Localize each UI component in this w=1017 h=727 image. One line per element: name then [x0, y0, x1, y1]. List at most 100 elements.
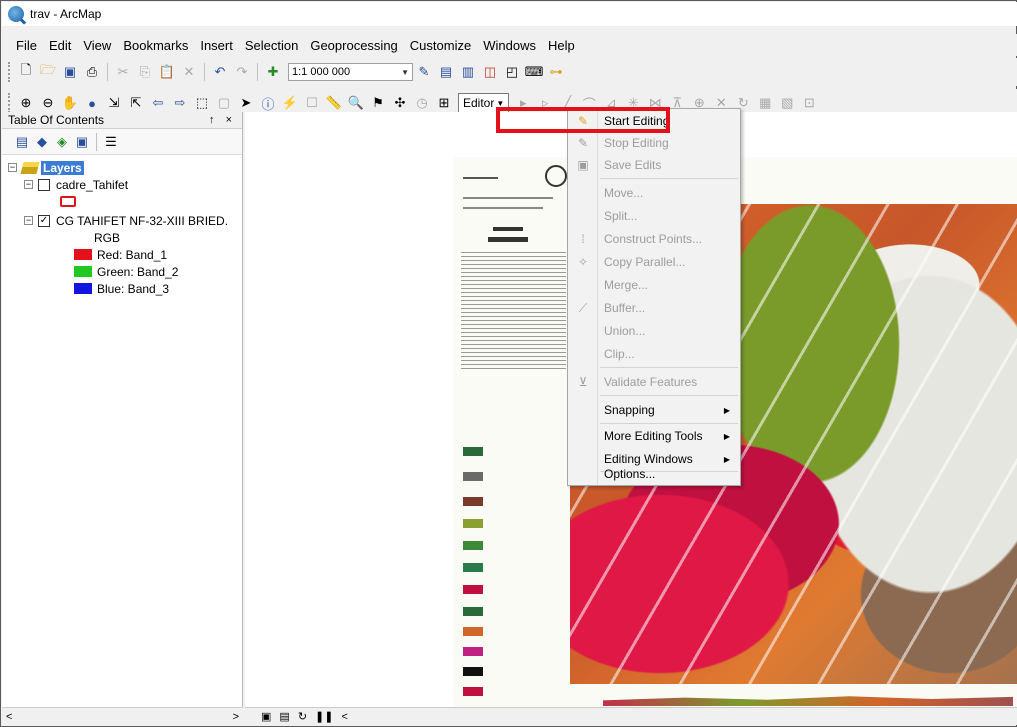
go-to-xy-icon[interactable]: ✣: [390, 93, 410, 113]
menu-item-buffer[interactable]: ⟋ Buffer...: [568, 297, 740, 319]
data-view-icon[interactable]: ▣: [261, 710, 271, 723]
menu-item-snapping[interactable]: Snapping ▶: [568, 399, 740, 421]
select-elements-icon[interactable]: ➤: [236, 93, 256, 113]
zoom-out-icon[interactable]: ⊖: [38, 93, 58, 113]
time-slider-icon[interactable]: ◷: [412, 93, 432, 113]
cross-section-profile: [603, 696, 1013, 706]
find-route-icon[interactable]: ⚑: [368, 93, 388, 113]
menu-item-options[interactable]: Options...: [568, 463, 740, 485]
scroll-right-icon[interactable]: >: [233, 711, 239, 723]
toc-header-controls[interactable]: ↑ ×: [209, 114, 236, 126]
menu-item-construct-points[interactable]: ⁞ Construct Points...: [568, 228, 740, 250]
layer-row-raster[interactable]: − ✓ CG TAHIFET NF-32-XIII BRIED.: [8, 212, 242, 229]
arctoolbox-icon[interactable]: ◰: [502, 62, 522, 82]
delete-icon[interactable]: ✕: [179, 62, 199, 82]
polygon-symbol-icon[interactable]: [60, 196, 76, 207]
redo-icon[interactable]: ↷: [232, 62, 252, 82]
python-icon[interactable]: ⌨: [524, 62, 544, 82]
menu-item-more-editing-tools[interactable]: More Editing Tools ▶: [568, 425, 740, 447]
paste-icon[interactable]: 📋: [157, 62, 177, 82]
add-data-icon[interactable]: ✚: [263, 62, 283, 82]
fixed-zoom-out-icon[interactable]: ⇱: [126, 93, 146, 113]
fixed-zoom-in-icon[interactable]: ⇲: [104, 93, 124, 113]
menu-view[interactable]: View: [77, 38, 117, 53]
forward-extent-icon[interactable]: ⇨: [170, 93, 190, 113]
menu-item-union[interactable]: Union...: [568, 320, 740, 342]
menu-separator: [600, 367, 738, 368]
modelbuilder-icon[interactable]: ⊶: [546, 62, 566, 82]
pause-drawing-icon[interactable]: ❚❚: [315, 710, 333, 723]
list-by-visibility-icon[interactable]: ◈: [53, 133, 71, 151]
menu-file[interactable]: File: [10, 38, 43, 53]
layer-visibility-checkbox[interactable]: [38, 178, 50, 191]
scroll-left-icon[interactable]: <: [341, 711, 347, 723]
full-extent-icon[interactable]: ●: [82, 93, 102, 113]
map-scale-combobox[interactable]: 1:1 000 000 ▼: [288, 63, 413, 81]
catalog-icon[interactable]: ▥: [458, 62, 478, 82]
collapse-icon[interactable]: −: [24, 180, 33, 189]
menu-help[interactable]: Help: [542, 38, 581, 53]
collapse-icon[interactable]: −: [24, 216, 33, 225]
toolbar-grip[interactable]: [8, 62, 11, 82]
refresh-icon[interactable]: ↻: [298, 710, 307, 723]
clear-selection-icon[interactable]: ▢: [214, 93, 234, 113]
zoom-in-icon[interactable]: ⊕: [16, 93, 36, 113]
search-window-icon[interactable]: ◫: [480, 62, 500, 82]
open-folder-icon[interactable]: 🗁: [38, 62, 58, 82]
layer-visibility-checkbox[interactable]: ✓: [38, 214, 50, 227]
layer-row-cadre[interactable]: − cadre_Tahifet: [8, 176, 242, 193]
menu-customize[interactable]: Customize: [404, 38, 477, 53]
menu-item-move[interactable]: Move...: [568, 182, 740, 204]
collapse-icon[interactable]: −: [8, 163, 17, 172]
toolbar-grip[interactable]: [8, 93, 11, 113]
layers-root-label[interactable]: Layers: [41, 160, 84, 175]
menu-item-stop-editing[interactable]: ✎ Stop Editing: [568, 132, 740, 154]
list-by-source-icon[interactable]: ◆: [33, 133, 51, 151]
measure-icon[interactable]: 📏: [324, 93, 344, 113]
menu-item-merge[interactable]: Merge...: [568, 274, 740, 296]
menu-item-copy-parallel[interactable]: ✧ Copy Parallel...: [568, 251, 740, 273]
layer-label[interactable]: cadre_Tahifet: [56, 178, 128, 192]
editor-toolbar-icon[interactable]: ✎: [414, 62, 434, 82]
menu-bookmarks[interactable]: Bookmarks: [117, 38, 194, 53]
pan-icon[interactable]: ✋: [60, 93, 80, 113]
select-features-icon[interactable]: ⬚: [192, 93, 212, 113]
red-swatch[interactable]: [74, 249, 92, 260]
identify-icon[interactable]: ⓘ: [258, 93, 278, 113]
menu-item-clip[interactable]: Clip...: [568, 343, 740, 365]
cut-icon[interactable]: ✂: [113, 62, 133, 82]
layout-view-icon[interactable]: ▤: [279, 710, 289, 723]
menu-item-validate-features[interactable]: ⊻ Validate Features: [568, 371, 740, 393]
menu-edit[interactable]: Edit: [43, 38, 77, 53]
save-icon[interactable]: ▣: [60, 62, 80, 82]
menu-geoprocessing[interactable]: Geoprocessing: [304, 38, 403, 53]
chevron-down-icon[interactable]: ▼: [401, 68, 409, 77]
sketch-properties-icon[interactable]: ▧: [777, 93, 797, 113]
options-icon[interactable]: ☰: [102, 133, 120, 151]
copy-icon[interactable]: ⎘: [135, 62, 155, 82]
attributes-icon[interactable]: ▦: [755, 93, 775, 113]
html-popup-icon[interactable]: ☐: [302, 93, 322, 113]
new-document-icon[interactable]: 🗋: [16, 62, 36, 82]
scroll-left-icon[interactable]: <: [6, 711, 12, 723]
list-by-selection-icon[interactable]: ▣: [73, 133, 91, 151]
menu-item-save-edits[interactable]: ▣ Save Edits: [568, 154, 740, 176]
layer-label[interactable]: CG TAHIFET NF-32-XIII BRIED.: [56, 214, 228, 228]
find-icon[interactable]: 🔍: [346, 93, 366, 113]
viewer-window-icon[interactable]: ⊞: [434, 93, 454, 113]
create-features-icon[interactable]: ⊡: [799, 93, 819, 113]
menu-insert[interactable]: Insert: [194, 38, 239, 53]
list-by-drawing-order-icon[interactable]: ▤: [13, 133, 31, 151]
table-icon[interactable]: ▤: [436, 62, 456, 82]
green-swatch[interactable]: [74, 266, 92, 277]
menu-windows[interactable]: Windows: [477, 38, 542, 53]
menu-item-split[interactable]: Split...: [568, 205, 740, 227]
back-extent-icon[interactable]: ⇦: [148, 93, 168, 113]
blue-swatch[interactable]: [74, 283, 92, 294]
hyperlink-icon[interactable]: ⚡: [280, 93, 300, 113]
undo-icon[interactable]: ↶: [210, 62, 230, 82]
print-icon[interactable]: ⎙: [82, 62, 102, 82]
menu-selection[interactable]: Selection: [239, 38, 304, 53]
toc-horizontal-scrollbar[interactable]: < >: [2, 707, 243, 725]
layers-root-row[interactable]: − Layers: [8, 159, 242, 176]
